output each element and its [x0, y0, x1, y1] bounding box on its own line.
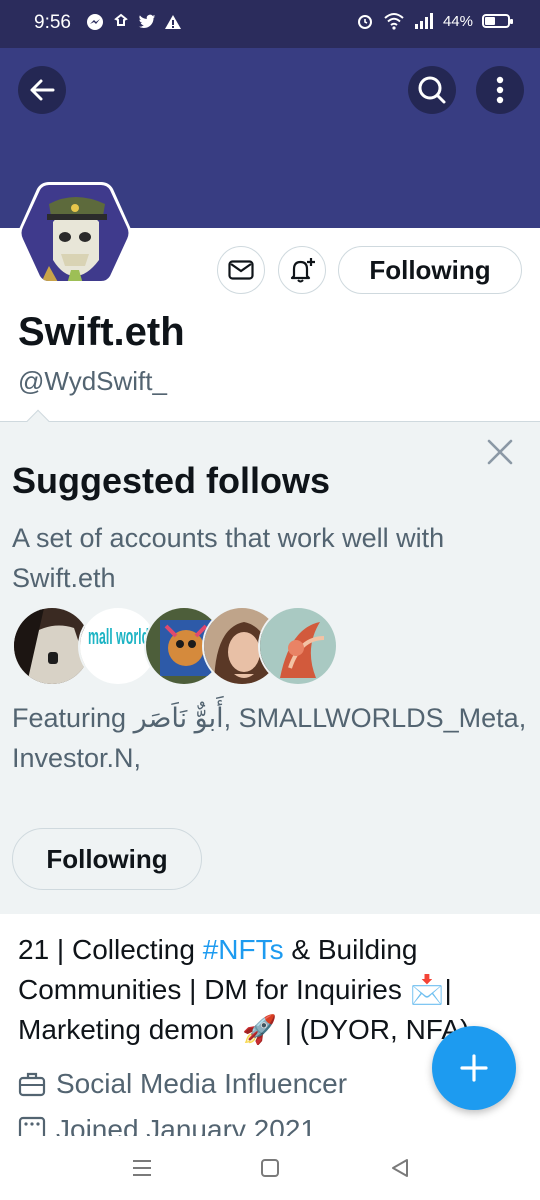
suggested-avatar-5 — [258, 606, 338, 686]
bio-text-start: 21 | Collecting — [18, 934, 203, 965]
user-handle: @WydSwift_ — [18, 366, 167, 396]
triangle-back-icon — [392, 1159, 408, 1177]
search-button[interactable] — [408, 66, 456, 114]
status-time: 9:56 — [34, 12, 71, 33]
more-button[interactable] — [476, 66, 524, 114]
messenger-icon — [87, 14, 103, 30]
back-nav-button[interactable] — [388, 1156, 412, 1180]
notification-icons — [86, 13, 182, 31]
battery-icon — [482, 14, 513, 28]
suggested-following-button[interactable]: Following — [12, 828, 202, 890]
suggested-description: A set of accounts that work well with Sw… — [12, 523, 445, 593]
profile-avatar[interactable] — [18, 182, 132, 284]
status-bar: 9:56 44% — [0, 0, 540, 48]
search-icon — [418, 76, 446, 104]
compose-tweet-button[interactable] — [432, 1026, 516, 1110]
profile-joined-text: Joined January 2021 — [56, 1114, 316, 1136]
home-button[interactable] — [258, 1156, 282, 1180]
more-vertical-icon — [496, 76, 504, 104]
square-icon — [261, 1159, 279, 1177]
close-icon — [487, 439, 513, 465]
briefcase-icon — [18, 1072, 46, 1097]
signal-icon — [414, 13, 433, 29]
suggested-title: Suggested follows — [12, 460, 331, 501]
wifi-icon — [384, 13, 404, 30]
bio-hashtag-link[interactable]: #NFTs — [203, 934, 284, 965]
alarm-icon — [357, 15, 372, 29]
message-button[interactable] — [217, 246, 265, 294]
system-navigation-bar — [0, 1136, 540, 1200]
back-button[interactable] — [18, 66, 66, 114]
recent-apps-button[interactable] — [130, 1156, 154, 1180]
calendar-icon — [18, 1116, 46, 1136]
bell-plus-icon — [290, 258, 315, 283]
menu-lines-icon — [133, 1160, 151, 1176]
warning-icon — [165, 15, 181, 29]
profile-category: Social Media Influencer — [18, 1068, 347, 1100]
profile-category-text: Social Media Influencer — [56, 1068, 348, 1099]
divider — [0, 421, 540, 422]
back-arrow-icon — [30, 79, 55, 101]
sync-icon — [114, 13, 128, 26]
notifications-button[interactable] — [278, 246, 326, 294]
system-icons: 44% — [356, 12, 513, 30]
plus-icon — [460, 1054, 488, 1082]
profile-bio: 21 | Collecting #NFTs & Building Communi… — [18, 930, 518, 1050]
suggested-featuring: Featuring أَبوٌّ نَاَصَر, SMALLWORLDS_Me… — [12, 703, 527, 773]
following-button[interactable]: Following — [338, 246, 522, 294]
battery-percent: 44% — [442, 12, 473, 30]
envelope-icon — [228, 260, 254, 280]
close-suggested-button[interactable] — [484, 436, 516, 468]
profile-joined: Joined January 2021 — [18, 1114, 316, 1136]
battery-fill — [485, 17, 495, 25]
display-name: Swift.eth — [18, 310, 185, 354]
twitter-icon — [138, 14, 156, 29]
